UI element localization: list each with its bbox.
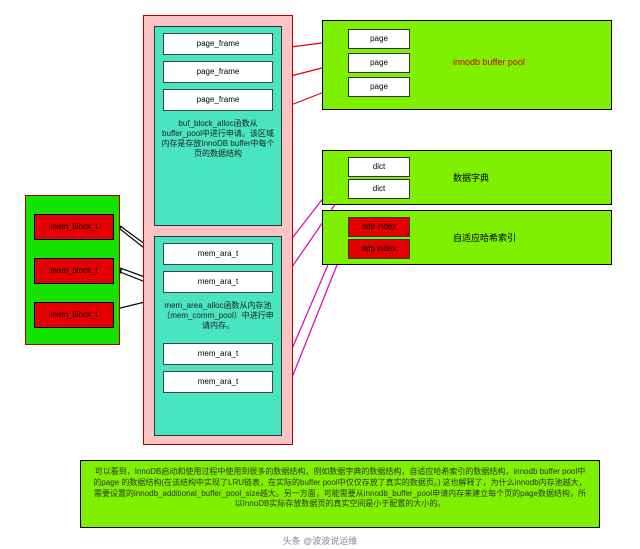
dict-region: dict dict 数据字典 [322, 150, 612, 205]
adp-label: 自适应哈希索引 [453, 231, 516, 244]
mem-area-slot: mem_ara_t [163, 371, 273, 393]
buffer-pool-label: innodb buffer pool [453, 57, 525, 67]
dict-slot: dict [348, 179, 410, 199]
mem-area-group: mem_ara_t mem_ara_t mem_area_alloc函数从内存池… [154, 236, 282, 436]
page-frame-slot: page_frame [163, 33, 273, 55]
mem-area-slot: mem_ara_t [163, 343, 273, 365]
explanation-note: 可以看到，InnoDB启动和使用过程中使用到很多的数据结构，例如数据字典的数据结… [80, 460, 600, 528]
adp-region: adp index adp index 自适应哈希索引 [322, 210, 612, 265]
mem-area-slot: mem_ara_t [163, 271, 273, 293]
watermark-text: 头条 @波波说运维 [0, 534, 640, 547]
page-frame-group: page_frame page_frame page_frame buf_blo… [154, 26, 282, 226]
middle-container: page_frame page_frame page_frame buf_blo… [143, 15, 293, 445]
buffer-pool-region: page page page innodb buffer pool [322, 20, 612, 110]
area-group-desc: mem_area_alloc函数从内存池（mem_comm_pool）中进行申请… [155, 299, 281, 337]
mem-block-item: mem_block_t [34, 258, 114, 284]
page-frame-slot: page_frame [163, 89, 273, 111]
mem-area-slot: mem_ara_t [163, 243, 273, 265]
page-slot: page [348, 53, 410, 73]
page-slot: page [348, 77, 410, 97]
page-frame-slot: page_frame [163, 61, 273, 83]
dict-slot: dict [348, 157, 410, 177]
adp-slot: adp index [348, 217, 410, 237]
mem-block-item: mem_block_t [34, 302, 114, 328]
page-slot: page [348, 29, 410, 49]
mem-block-item: mem_block_t [34, 214, 114, 240]
dict-label: 数据字典 [453, 171, 489, 184]
frame-group-desc: buf_block_alloc函数从buffer_pool中进行申请。该区域内存… [155, 117, 281, 165]
adp-slot: adp index [348, 239, 410, 259]
mem-block-pool: mem_block_t mem_block_t mem_block_t [25, 195, 120, 345]
